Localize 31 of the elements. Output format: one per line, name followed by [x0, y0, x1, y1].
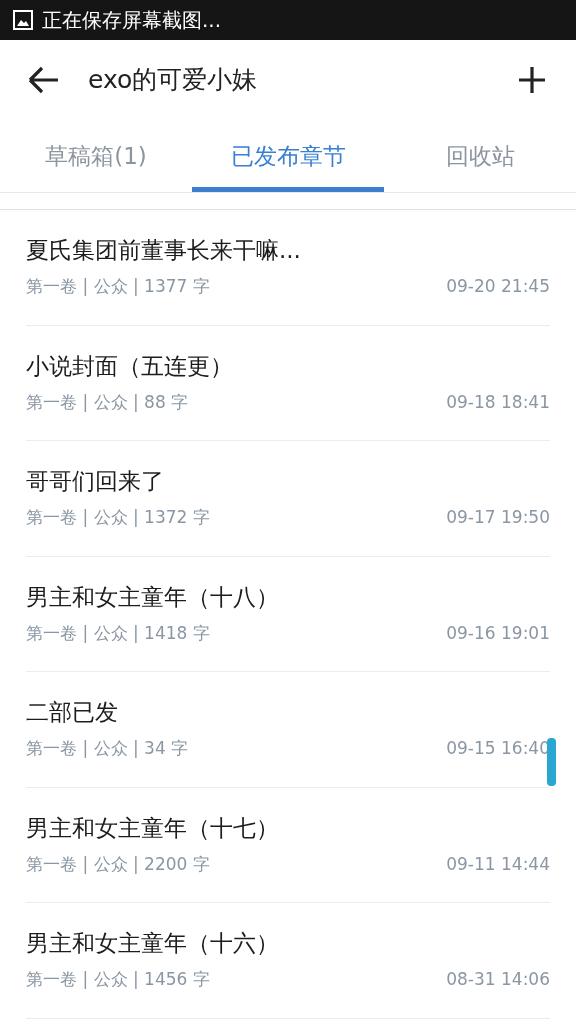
- chapter-item[interactable]: 男主和女主童年（十七） 第一卷 | 公众 | 2200 字 09-11 14:44: [26, 787, 550, 903]
- chapter-time: 09-20 21:45: [446, 278, 550, 296]
- chapter-info: 第一卷 | 公众 | 1456 字: [26, 971, 210, 989]
- chapter-info: 第一卷 | 公众 | 1418 字: [26, 624, 210, 642]
- image-icon: [12, 9, 34, 31]
- chapter-title: 男主和女主童年（十七）: [26, 816, 280, 840]
- chapter-item[interactable]: 小说封面（五连更） 第一卷 | 公众 | 88 字 09-18 18:41: [26, 325, 550, 441]
- chapter-title: 哥哥们回来了: [26, 470, 165, 494]
- chapter-time: 09-11 14:44: [446, 855, 550, 873]
- chapter-title: 二部已发: [26, 701, 119, 725]
- chapter-time: 08-31 14:06: [446, 971, 550, 989]
- chapter-info: 第一卷 | 公众 | 1377 字: [26, 278, 210, 296]
- notification-text: 正在保存屏幕截图...: [42, 7, 222, 34]
- chapter-info: 第一卷 | 公众 | 34 字: [26, 740, 189, 758]
- page-title: exo的可爱小妹: [88, 64, 259, 97]
- chapter-info: 第一卷 | 公众 | 88 字: [26, 393, 189, 411]
- chapter-item[interactable]: 男主和女主童年（十八） 第一卷 | 公众 | 1418 字 09-16 19:01: [26, 556, 550, 672]
- tab[interactable]: 已发布章节: [192, 120, 384, 192]
- chapter-title: 男主和女主童年（十六）: [26, 932, 280, 956]
- chapter-time: 09-18 18:41: [446, 393, 550, 411]
- chapter-time: 09-16 19:01: [446, 624, 550, 642]
- chapter-item[interactable]: 男主和女主童年（十六） 第一卷 | 公众 | 1456 字 08-31 14:06: [26, 903, 550, 1019]
- chapter-item[interactable]: 哥哥们回来了 第一卷 | 公众 | 1372 字 09-17 19:50: [26, 441, 550, 557]
- chapter-title: 夏氏集团前董事长来干嘛...: [26, 239, 302, 263]
- chapter-title: 小说封面（五连更）: [26, 354, 234, 378]
- chapter-time: 09-17 19:50: [446, 509, 550, 527]
- scrollbar-thumb: [547, 738, 556, 786]
- chapter-info: 第一卷 | 公众 | 1372 字: [26, 509, 210, 527]
- chapter-info: 第一卷 | 公众 | 2200 字: [26, 855, 210, 873]
- chapter-title: 男主和女主童年（十八）: [26, 585, 280, 609]
- chapter-item[interactable]: 夏氏集团前董事长来干嘛... 第一卷 | 公众 | 1377 字 09-20 21:45: [26, 210, 550, 326]
